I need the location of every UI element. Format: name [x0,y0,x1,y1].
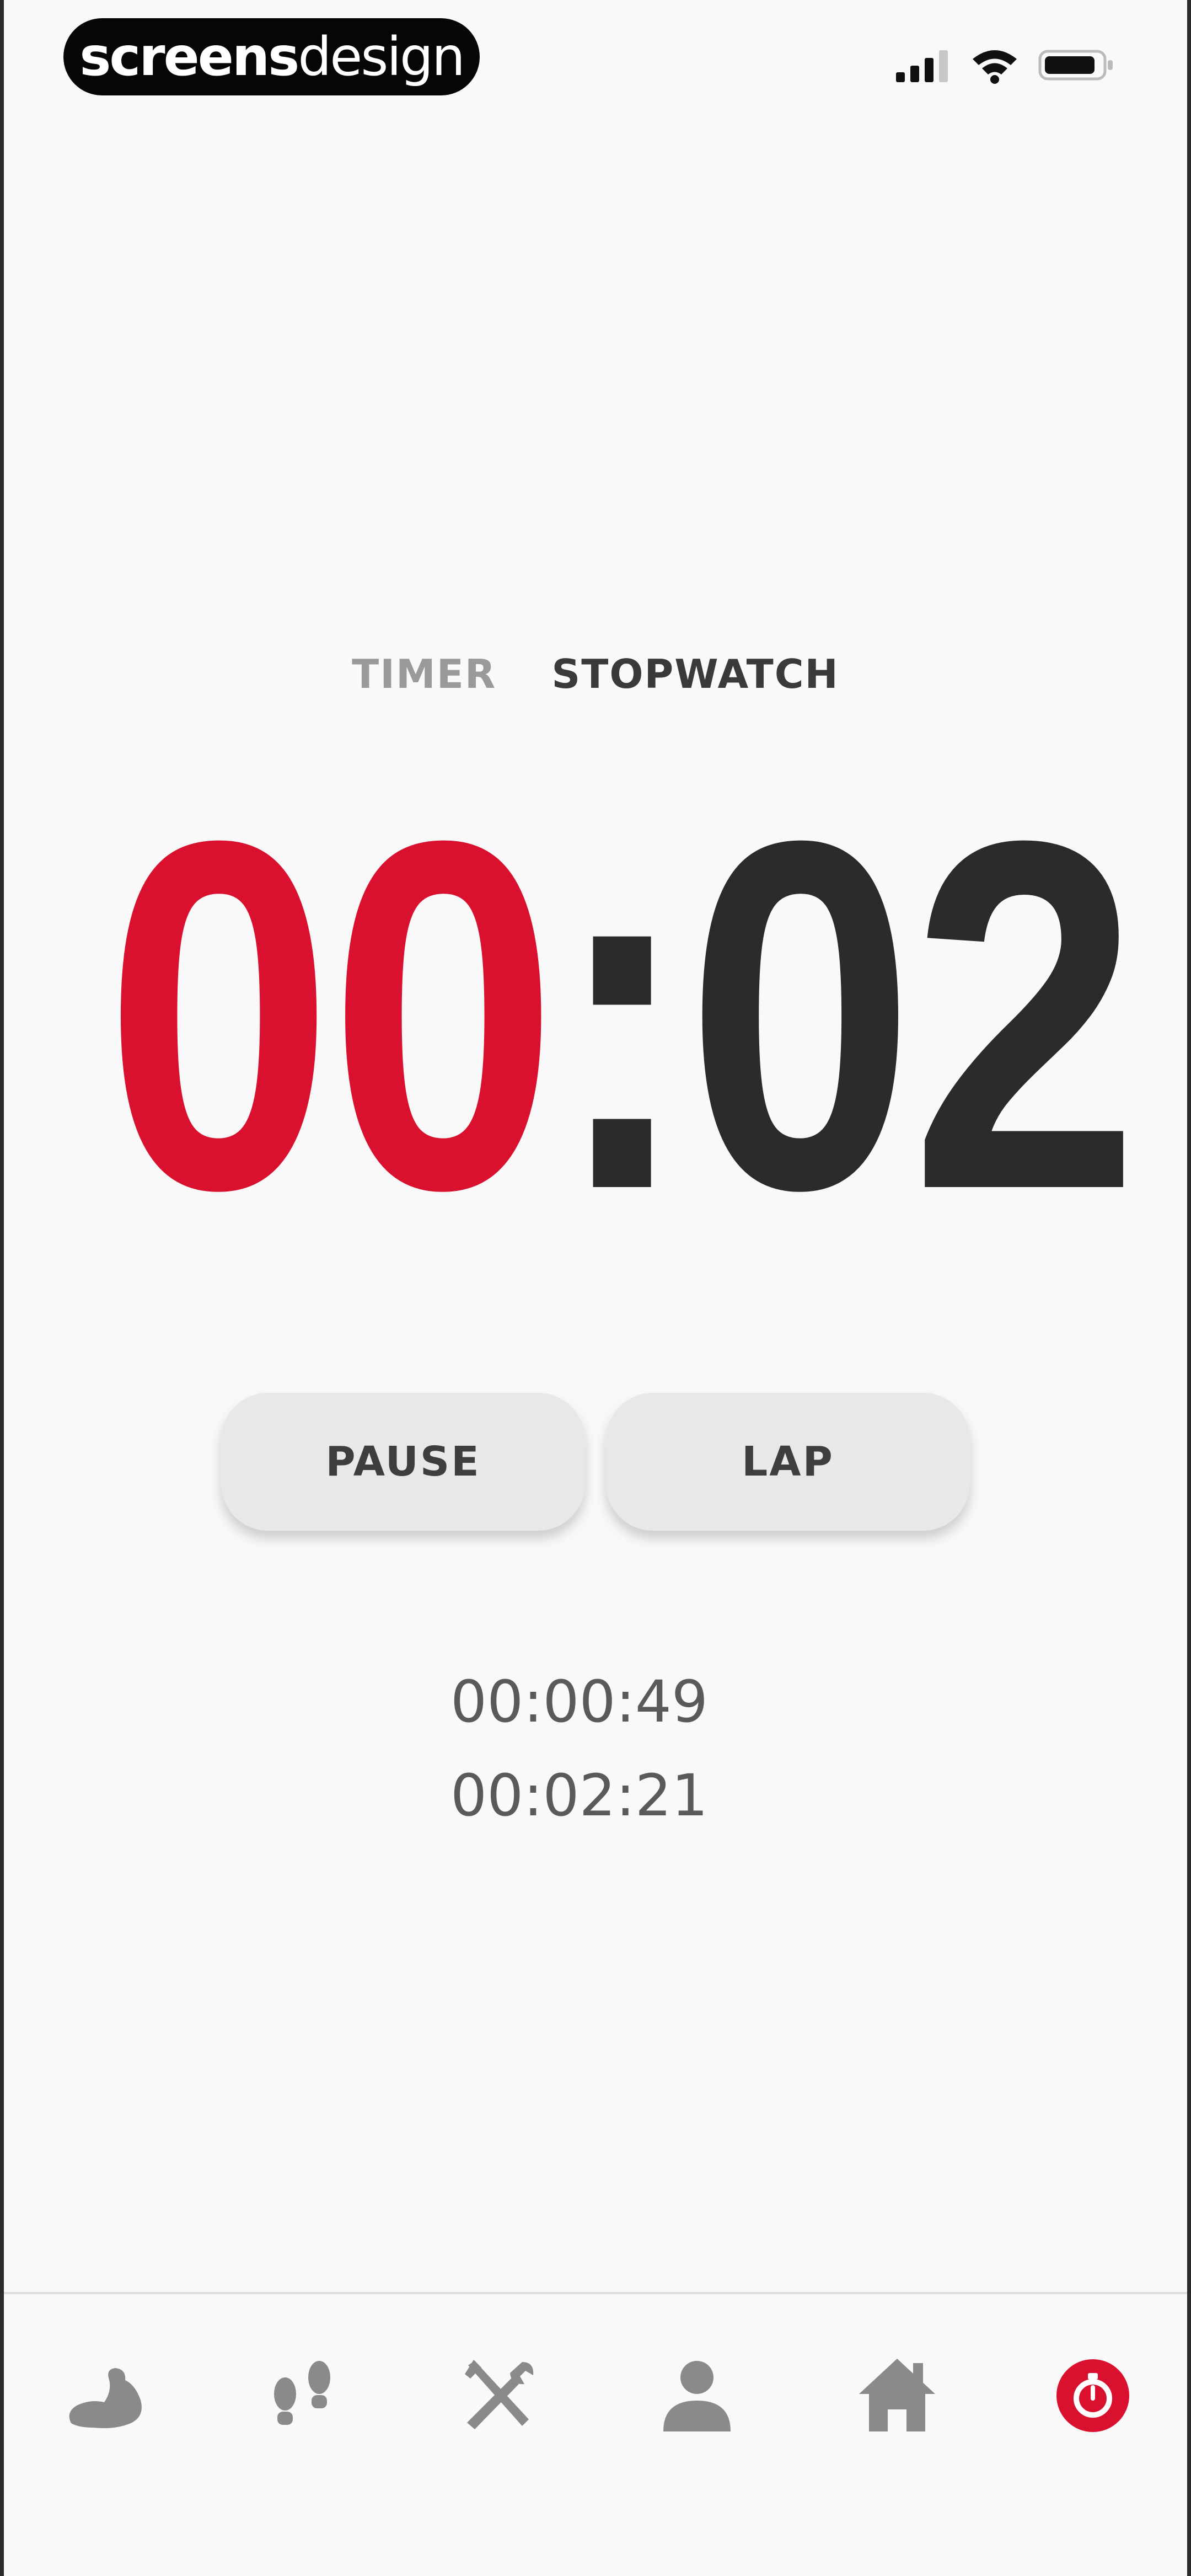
tab-timer[interactable]: TIMER [352,651,496,697]
status-icons [896,44,1115,88]
nav-item-profile[interactable] [650,2350,744,2444]
brand-badge: screens design [63,18,480,95]
stopwatch-icon [1051,2354,1134,2439]
seconds-value: 02 [686,737,1140,1292]
brand-light-text: design [298,26,465,88]
stopwatch-display: 00:02 [104,767,1139,1263]
signal-icon [896,46,951,87]
mode-tabs: TIMER STOPWATCH [4,651,1187,697]
stopwatch-screen: screens design TIMER STOPWATCH 00:02 PAU… [0,0,1191,2576]
nav-item-tools[interactable] [452,2350,545,2444]
tools-icon [457,2354,540,2439]
lap-button[interactable]: LAP [606,1393,970,1531]
time-separator: : [553,737,691,1292]
brand-bold-text: screens [79,26,299,88]
minutes-value: 00 [104,737,558,1292]
nav-item-steps[interactable] [256,2350,350,2444]
lap-item: 00:02:21 [450,1762,709,1829]
lap-list: 00:00:49 00:02:21 [450,1655,708,1842]
battery-icon [1038,46,1115,87]
lap-item: 00:00:49 [450,1668,709,1735]
control-buttons: PAUSE LAP [4,1393,1187,1531]
nav-divider [4,2292,1187,2294]
nav-item-stopwatch[interactable] [1046,2350,1140,2444]
footprints-icon [264,2354,341,2439]
muscle-icon [60,2357,148,2436]
home-icon [856,2354,938,2439]
profile-icon [656,2354,738,2439]
bottom-nav [4,2350,1187,2449]
tab-stopwatch[interactable]: STOPWATCH [551,651,839,697]
nav-item-muscle[interactable] [57,2350,151,2444]
pause-button[interactable]: PAUSE [221,1393,585,1531]
nav-item-home[interactable] [850,2350,944,2444]
wifi-icon [970,46,1020,87]
